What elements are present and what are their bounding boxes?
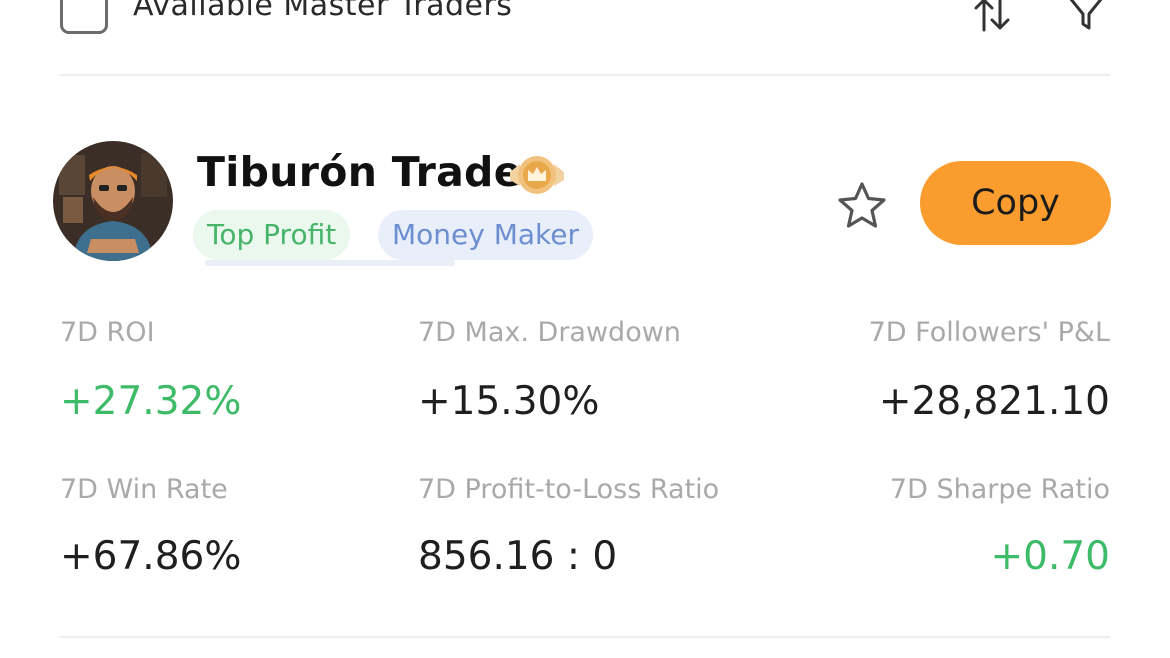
metric-value-followers-pnl: +28,821.10 [878,379,1110,424]
metric-label-followers-pnl: 7D Followers' P&L [868,317,1110,348]
funnel-icon[interactable] [1066,0,1106,34]
sort-arrows-icon[interactable] [970,0,1014,34]
available-traders-label[interactable]: Available Master Traders [133,0,512,23]
metric-value-roi: +27.32% [60,379,242,424]
tag-underline [205,260,455,266]
tag-top-profit: Top Profit [193,210,351,260]
copy-button[interactable]: Copy [920,161,1111,245]
metric-value-sharpe-ratio: +0.70 [990,534,1110,579]
available-traders-checkbox[interactable] [60,0,108,34]
trader-card[interactable]: Tiburón Trade Top Profit Money Maker Cop… [0,76,1170,636]
crown-badge-icon [510,156,564,194]
metric-value-win-rate: +67.86% [60,534,242,579]
metric-value-max-drawdown: +15.30% [418,379,600,424]
metric-label-max-drawdown: 7D Max. Drawdown [418,317,681,348]
tag-money-maker: Money Maker [378,210,594,260]
metric-label-sharpe-ratio: 7D Sharpe Ratio [889,474,1110,505]
avatar[interactable] [53,141,173,261]
metric-value-profit-loss-ratio: 856.16 : 0 [418,534,618,579]
trader-name[interactable]: Tiburón Trade [197,148,522,196]
metric-label-roi: 7D ROI [60,317,155,348]
metric-label-profit-loss-ratio: 7D Profit-to-Loss Ratio [418,474,720,505]
filter-bar: Available Master Traders [0,0,1170,76]
metric-label-win-rate: 7D Win Rate [60,474,228,505]
divider [60,636,1110,638]
star-icon[interactable] [834,179,890,233]
